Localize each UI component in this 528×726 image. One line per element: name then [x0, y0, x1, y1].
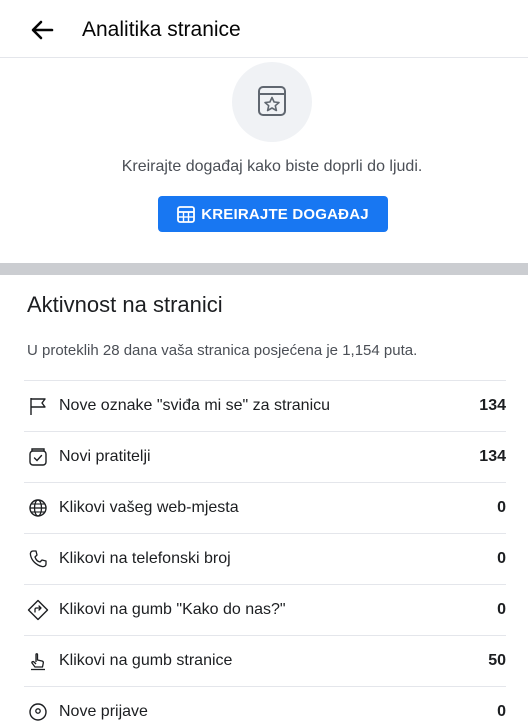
row-label: Klikovi na gumb stranice: [59, 652, 233, 669]
row-value: 0: [497, 550, 506, 567]
row-label: Nove prijave: [59, 703, 148, 720]
row-label: Nove oznake "sviđa mi se" za stranicu: [59, 397, 331, 414]
list-item-directions-clicks[interactable]: Klikovi na gumb "Kako do nas?" 0: [24, 584, 506, 635]
section-divider: [0, 263, 528, 275]
globe-icon: [27, 497, 49, 519]
list-item-new-checkins[interactable]: Nove prijave 0: [24, 686, 506, 726]
tap-icon: [27, 650, 49, 672]
follow-icon: [27, 446, 49, 468]
activity-title: Aktivnost na stranici: [27, 292, 223, 317]
list-item-phone-clicks[interactable]: Klikovi na telefonski broj 0: [24, 533, 506, 584]
activity-list: Nove oznake "sviđa mi se" za stranicu 13…: [24, 380, 506, 726]
row-value: 0: [497, 703, 506, 720]
create-event-button[interactable]: KREIRAJTE DOGAĐAJ: [158, 196, 388, 232]
directions-icon: [27, 599, 49, 621]
create-event-button-label: KREIRAJTE DOGAĐAJ: [201, 205, 369, 223]
row-value: 134: [479, 397, 506, 414]
header-bar: Analitika stranice: [0, 0, 528, 58]
list-item-new-likes[interactable]: Nove oznake "sviđa mi se" za stranicu 13…: [24, 380, 506, 431]
page-title: Analitika stranice: [82, 18, 241, 41]
row-value: 0: [497, 499, 506, 516]
list-item-new-followers[interactable]: Novi pratitelji 134: [24, 431, 506, 482]
flag-icon: [27, 395, 49, 417]
row-label: Klikovi na gumb "Kako do nas?": [59, 601, 286, 618]
row-label: Klikovi na telefonski broj: [59, 550, 231, 567]
list-item-page-button-clicks[interactable]: Klikovi na gumb stranice 50: [24, 635, 506, 686]
event-promo-text: Kreirajte događaj kako biste doprli do l…: [121, 158, 423, 175]
list-item-website-clicks[interactable]: Klikovi vašeg web-mjesta 0: [24, 482, 506, 533]
row-value: 50: [488, 652, 506, 669]
calendar-star-icon: [258, 86, 286, 116]
arrow-left-icon[interactable]: [28, 16, 56, 44]
row-label: Novi pratitelji: [59, 448, 151, 465]
phone-icon: [27, 548, 49, 570]
row-label: Klikovi vašeg web-mjesta: [59, 499, 239, 516]
event-icon-wrapper: [232, 62, 312, 142]
location-pin-icon: [27, 701, 49, 723]
activity-subtitle: U proteklih 28 dana vaša stranica posjeć…: [27, 342, 418, 359]
row-value: 0: [497, 601, 506, 618]
row-value: 134: [479, 448, 506, 465]
calendar-grid-icon: [177, 206, 196, 223]
